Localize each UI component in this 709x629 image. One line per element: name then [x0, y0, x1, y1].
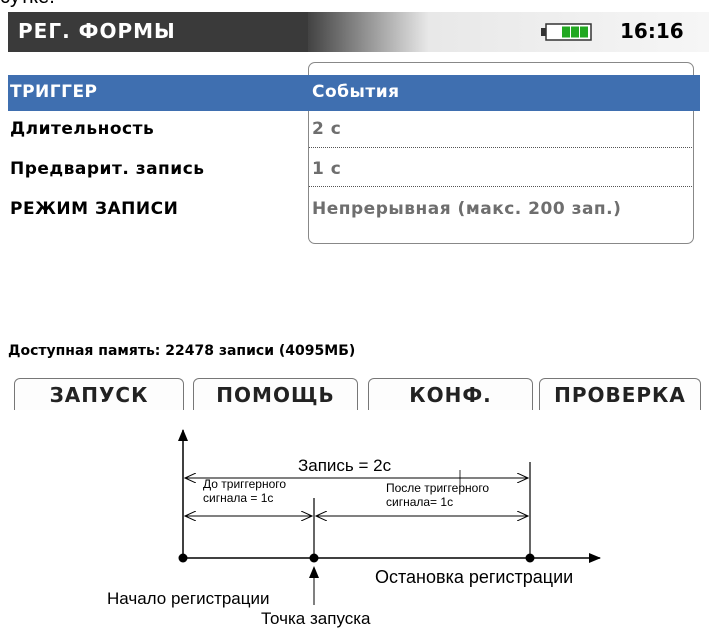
row-label-pre-record: Предварит. запись [10, 159, 205, 179]
row-value-duration[interactable]: 2 с [312, 119, 341, 139]
help-button[interactable]: ПОМОЩЬ [193, 378, 358, 410]
pre-trigger-label: До триггерного сигнала = 1с [203, 477, 287, 505]
start-button[interactable]: ЗАПУСК [14, 378, 184, 410]
stop-point [525, 553, 535, 563]
top-clipped-caption: сутке. [0, 0, 55, 9]
post-trigger-label: После триггерного сигнала= 1с [386, 481, 490, 509]
row-label-duration: Длительность [10, 119, 155, 139]
row-value-pre-record[interactable]: 1 с [312, 159, 341, 179]
record-length-label: Запись = 2с [298, 456, 392, 475]
trigger-point-label: Точка запуска [261, 609, 371, 628]
row-separator [309, 186, 692, 187]
memory-status: Доступная память: 22478 записи (4095МБ) [8, 343, 356, 359]
row-value-trigger[interactable]: События [312, 82, 400, 102]
clock: 16:16 [620, 19, 684, 43]
check-button[interactable]: ПРОВЕРКА [539, 378, 701, 410]
start-point [178, 553, 188, 563]
battery-icon [541, 23, 592, 41]
row-label-trigger: ТРИГГЕР [10, 82, 98, 102]
trigger-point [309, 553, 319, 563]
row-separator [309, 147, 692, 148]
start-recording-label: Начало регистрации [107, 589, 270, 608]
row-label-record-mode: РЕЖИМ ЗАПИСИ [10, 199, 179, 219]
page-title: РЕГ. ФОРМЫ [18, 19, 176, 43]
config-button[interactable]: КОНФ. [368, 378, 533, 410]
stop-recording-label: Остановка регистрации [375, 567, 574, 587]
instrument-screen: РЕГ. ФОРМЫ 16:16 ТРИГГЕР События Длитель… [8, 12, 709, 410]
row-value-record-mode[interactable]: Непрерывная (макс. 200 зап.) [312, 199, 621, 219]
